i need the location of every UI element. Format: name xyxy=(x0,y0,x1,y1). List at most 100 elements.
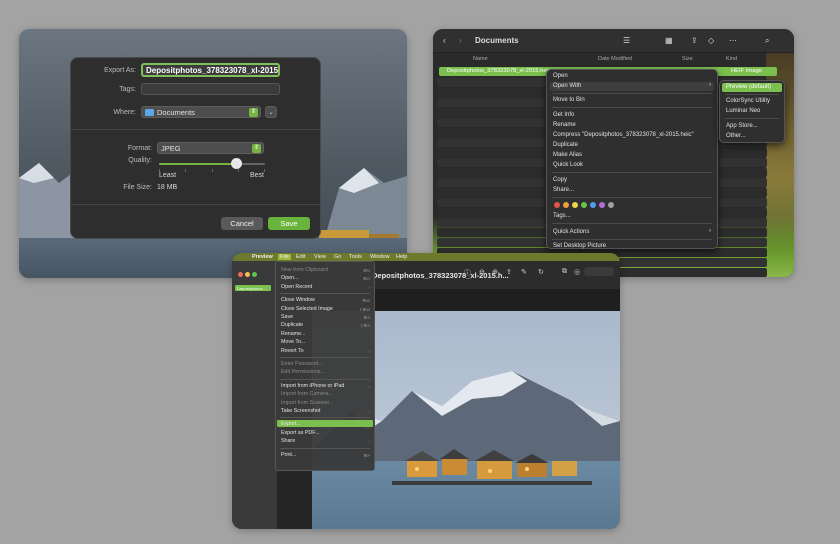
zoom-window-button[interactable] xyxy=(252,272,257,277)
where-popup[interactable]: Documents ⇕ xyxy=(141,106,261,118)
menu-item-move-to-bin[interactable]: Move to Bin xyxy=(553,97,585,106)
tag-color-dot[interactable] xyxy=(581,202,587,208)
quality-slider-knob[interactable] xyxy=(231,158,243,169)
expand-button[interactable]: ⌄ xyxy=(265,106,277,118)
file-size-label: File Size: xyxy=(123,184,152,191)
file-menu-item[interactable]: Open Recent xyxy=(281,284,312,290)
more-icon[interactable]: ⋯ xyxy=(729,36,737,45)
file-menu-item[interactable]: Move To... xyxy=(281,339,305,345)
slider-tick xyxy=(264,169,265,172)
menu-item-open[interactable]: Open xyxy=(553,73,568,82)
search-field[interactable] xyxy=(584,267,614,276)
menu-item-make-alias[interactable]: Make Alias xyxy=(553,152,582,161)
zoom-in-icon[interactable]: ⊕ xyxy=(492,268,498,276)
menu-separator xyxy=(552,197,712,198)
open-with-preview[interactable]: Preview (default) xyxy=(726,84,771,93)
divider xyxy=(71,204,320,205)
minimize-window-button[interactable] xyxy=(245,272,250,277)
open-with-app-store[interactable]: App Store... xyxy=(726,123,758,132)
preview-screenshot: Preview File Edit View Go Tools Window H… xyxy=(232,253,620,529)
menu-item-quick-actions[interactable]: Quick Actions xyxy=(553,229,589,238)
file-menu-item[interactable]: Share xyxy=(281,438,295,444)
sidebar-thumbnail-item[interactable]: Depositphotos... xyxy=(235,285,271,291)
column-name[interactable]: Name xyxy=(473,56,488,62)
open-with-luminar-neo[interactable]: Luminar Neo xyxy=(726,108,760,117)
column-size[interactable]: Size xyxy=(682,56,693,62)
file-menu-item[interactable]: Open... xyxy=(281,275,298,281)
menu-item-set-desktop-picture[interactable]: Set Desktop Picture xyxy=(553,243,606,252)
quality-label: Quality: xyxy=(128,157,152,164)
tag-color-dot[interactable] xyxy=(590,202,596,208)
export-as-field[interactable]: Depositphotos_378323078_xl-2015 xyxy=(141,63,280,77)
quality-slider[interactable] xyxy=(159,158,265,172)
file-menu-item[interactable]: Close Selected Image xyxy=(281,306,333,312)
menu-item-duplicate[interactable]: Duplicate xyxy=(553,142,578,151)
least-label: Least xyxy=(159,172,177,179)
tag-icon[interactable]: ◇ xyxy=(708,36,714,45)
menu-window[interactable]: Window xyxy=(370,254,390,260)
menu-file[interactable]: File xyxy=(278,254,291,260)
file-menu-item[interactable]: Export... xyxy=(281,421,301,427)
menu-item-share[interactable]: Share... xyxy=(553,187,574,196)
tag-color-dot[interactable] xyxy=(563,202,569,208)
menu-item-quick-look[interactable]: Quick Look xyxy=(553,162,583,171)
file-menu-item[interactable]: Print... xyxy=(281,452,296,458)
menu-item-rename[interactable]: Rename xyxy=(553,122,576,131)
menu-edit[interactable]: Edit xyxy=(296,254,305,260)
menu-tools[interactable]: Tools xyxy=(349,254,362,260)
tags-field[interactable] xyxy=(141,83,280,95)
menu-view[interactable]: View xyxy=(314,254,326,260)
save-button[interactable]: Save xyxy=(268,217,310,230)
file-menu-item[interactable]: Save xyxy=(281,314,293,320)
file-menu-item[interactable]: Close Window xyxy=(281,297,315,303)
tag-color-dot[interactable] xyxy=(572,202,578,208)
tag-color-dot[interactable] xyxy=(554,202,560,208)
menu-item-open-with[interactable]: Open With xyxy=(553,83,581,92)
menu-preview[interactable]: Preview xyxy=(252,254,273,260)
share-icon[interactable]: ⇪ xyxy=(691,36,698,45)
markup-icon[interactable]: ✎ xyxy=(521,268,527,276)
rotate-icon[interactable]: ↻ xyxy=(538,268,544,276)
highlight-icon[interactable]: ◎ xyxy=(574,268,580,276)
menu-bar: Preview File Edit View Go Tools Window H… xyxy=(232,253,620,261)
file-menu-item[interactable]: Revert To xyxy=(281,348,304,354)
share-icon[interactable]: ⇪ xyxy=(506,268,512,276)
menu-go[interactable]: Go xyxy=(334,254,341,260)
menu-item-get-info[interactable]: Get Info xyxy=(553,112,574,121)
close-window-button[interactable] xyxy=(238,272,243,277)
forward-icon[interactable]: › xyxy=(459,36,462,45)
export-as-label: Export As: xyxy=(104,66,136,74)
popup-arrows-icon: ⇕ xyxy=(249,108,258,117)
column-header: Name Date Modified Size Kind xyxy=(433,53,769,65)
file-menu-item[interactable]: Take Screenshot xyxy=(281,408,320,414)
cancel-button[interactable]: Cancel xyxy=(221,217,263,230)
menu-help[interactable]: Help xyxy=(396,254,407,260)
zoom-out-icon[interactable]: ⊖ xyxy=(479,268,485,276)
file-menu-item[interactable]: Import from iPhone or iPad xyxy=(281,383,344,389)
grid-view-icon[interactable]: ▦ xyxy=(665,36,673,45)
file-size-value: 18 MB xyxy=(157,184,178,191)
open-with-submenu: Preview (default) ColorSync Utility Lumi… xyxy=(719,80,785,143)
menu-item-copy[interactable]: Copy xyxy=(553,177,567,186)
list-view-icon[interactable]: ☰ xyxy=(623,36,630,45)
tag-color-dot[interactable] xyxy=(599,202,605,208)
info-icon[interactable]: ⓘ xyxy=(464,268,471,278)
menu-separator xyxy=(552,93,712,94)
search-icon[interactable]: ⌕ xyxy=(765,36,769,46)
file-menu-item[interactable]: Duplicate xyxy=(281,322,303,328)
open-with-colorsync[interactable]: ColorSync Utility xyxy=(726,98,770,107)
slider-tick xyxy=(212,169,213,172)
tag-color-dot[interactable] xyxy=(608,202,614,208)
file-menu-item[interactable]: Export as PDF... xyxy=(281,430,319,436)
window-icon[interactable]: ⧉ xyxy=(562,268,567,276)
back-icon[interactable]: ‹ xyxy=(443,36,446,45)
open-with-other[interactable]: Other... xyxy=(726,133,746,142)
folder-icon xyxy=(145,108,154,116)
format-popup[interactable]: JPEG ⇕ xyxy=(157,142,264,154)
menu-separator xyxy=(280,417,370,419)
menu-item-tags[interactable]: Tags... xyxy=(553,213,571,222)
column-date[interactable]: Date Modified xyxy=(598,56,632,62)
column-kind[interactable]: Kind xyxy=(726,56,737,62)
menu-item-compress[interactable]: Compress "Depositphotos_378323078_xl-201… xyxy=(553,132,694,141)
file-menu-item[interactable]: Rename... xyxy=(281,331,305,337)
